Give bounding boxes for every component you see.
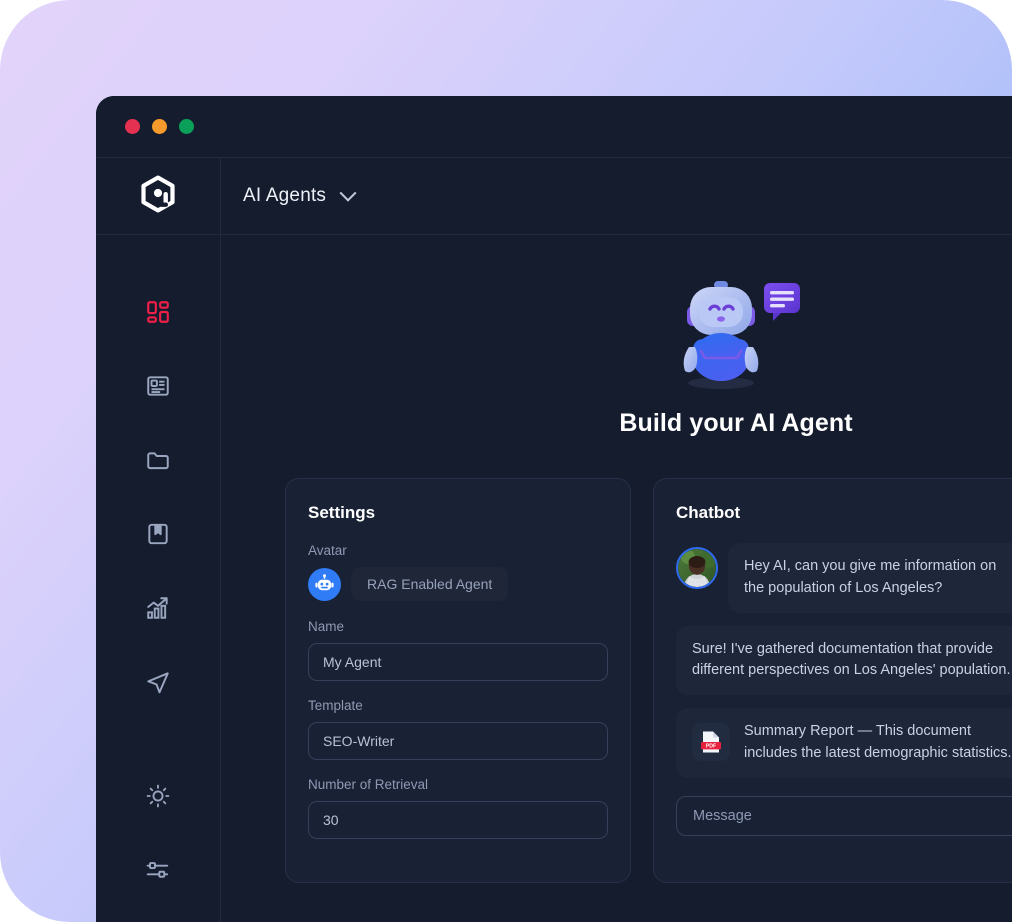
bookmark-icon bbox=[145, 521, 171, 547]
sliders-settings-icon bbox=[145, 857, 171, 883]
template-label: Template bbox=[308, 698, 363, 713]
close-window-button[interactable] bbox=[125, 119, 140, 134]
sidebar-item-bookmarks[interactable] bbox=[135, 511, 181, 557]
pdf-file-icon[interactable]: PDF bbox=[692, 723, 730, 761]
robot-mascot-illustration bbox=[669, 273, 804, 391]
page-title: AI Agents bbox=[243, 185, 327, 206]
message-input[interactable] bbox=[676, 795, 1012, 836]
panels-container: Settings Avatar RAG Enabled Agent Name M… bbox=[221, 478, 1012, 883]
name-label: Name bbox=[308, 619, 345, 634]
avatar-row: RAG Enabled Agent bbox=[308, 567, 608, 601]
folder-icon bbox=[145, 447, 171, 473]
hexagon-q-logo-icon bbox=[140, 175, 176, 218]
retrieval-count-input[interactable] bbox=[308, 801, 608, 839]
app-logo[interactable] bbox=[96, 158, 221, 234]
hero-section: Build your AI Agent bbox=[221, 235, 1012, 438]
minimize-window-button[interactable] bbox=[152, 119, 167, 134]
chat-file-description: Summary Report — This document includes … bbox=[744, 723, 1012, 761]
sidebar-item-settings[interactable] bbox=[135, 847, 181, 893]
page-title-selector[interactable]: AI Agents bbox=[221, 158, 1012, 234]
chatbot-panel-title: Chatbot bbox=[676, 503, 741, 522]
sun-brightness-icon bbox=[145, 783, 171, 809]
sidebar-item-send[interactable] bbox=[135, 659, 181, 705]
sidebar-item-files[interactable] bbox=[135, 437, 181, 483]
article-news-icon bbox=[145, 373, 171, 399]
analytics-chart-icon bbox=[145, 595, 171, 621]
settings-panel-title: Settings bbox=[308, 503, 376, 522]
svg-text:PDF: PDF bbox=[706, 744, 716, 750]
chat-message: Sure! I've gathered documentation that p… bbox=[676, 625, 1012, 695]
chat-bubble-text: Sure! I've gathered documentation that p… bbox=[676, 625, 1012, 695]
window-titlebar bbox=[96, 96, 1012, 158]
agent-name-input[interactable] bbox=[308, 643, 608, 681]
chevron-down-icon[interactable] bbox=[339, 184, 357, 202]
app-window: AI Agents Build your AI Agent Settings A… bbox=[96, 96, 1012, 922]
sidebar-item-analytics[interactable] bbox=[135, 585, 181, 631]
dashboard-grid-icon bbox=[145, 299, 171, 325]
sidebar-item-articles[interactable] bbox=[135, 363, 181, 409]
app-body: Build your AI Agent Settings Avatar RAG … bbox=[96, 235, 1012, 922]
send-paper-plane-icon bbox=[145, 669, 171, 695]
robot-avatar-icon[interactable] bbox=[308, 567, 341, 601]
template-input[interactable] bbox=[308, 722, 608, 760]
avatar-label: Avatar bbox=[308, 543, 347, 558]
page-heading: Build your AI Agent bbox=[619, 409, 853, 437]
page-backdrop: AI Agents Build your AI Agent Settings A… bbox=[0, 0, 1012, 922]
sidebar-item-dashboard[interactable] bbox=[135, 289, 181, 335]
avatar-name-chip[interactable]: RAG Enabled Agent bbox=[351, 567, 509, 601]
sidebar-navigation bbox=[96, 235, 221, 922]
app-header: AI Agents bbox=[96, 158, 1012, 235]
main-content: Build your AI Agent Settings Avatar RAG … bbox=[221, 235, 1012, 922]
chatbot-panel: Chatbot Hey AI, can you give me informat… bbox=[653, 478, 1012, 883]
sidebar-item-appearance[interactable] bbox=[135, 773, 181, 819]
retrieval-label: Number of Retrieval bbox=[308, 777, 429, 792]
settings-panel: Settings Avatar RAG Enabled Agent Name M… bbox=[285, 478, 631, 883]
maximize-window-button[interactable] bbox=[179, 119, 194, 134]
chat-bubble-text: Hey AI, can you give me information on t… bbox=[728, 543, 1012, 613]
chat-message: Hey AI, can you give me information on t… bbox=[676, 543, 1012, 613]
chat-message: PDF Summary Report — This document inclu… bbox=[676, 708, 1012, 778]
chat-bubble-file: PDF Summary Report — This document inclu… bbox=[676, 708, 1012, 778]
user-photo-avatar bbox=[676, 547, 718, 589]
